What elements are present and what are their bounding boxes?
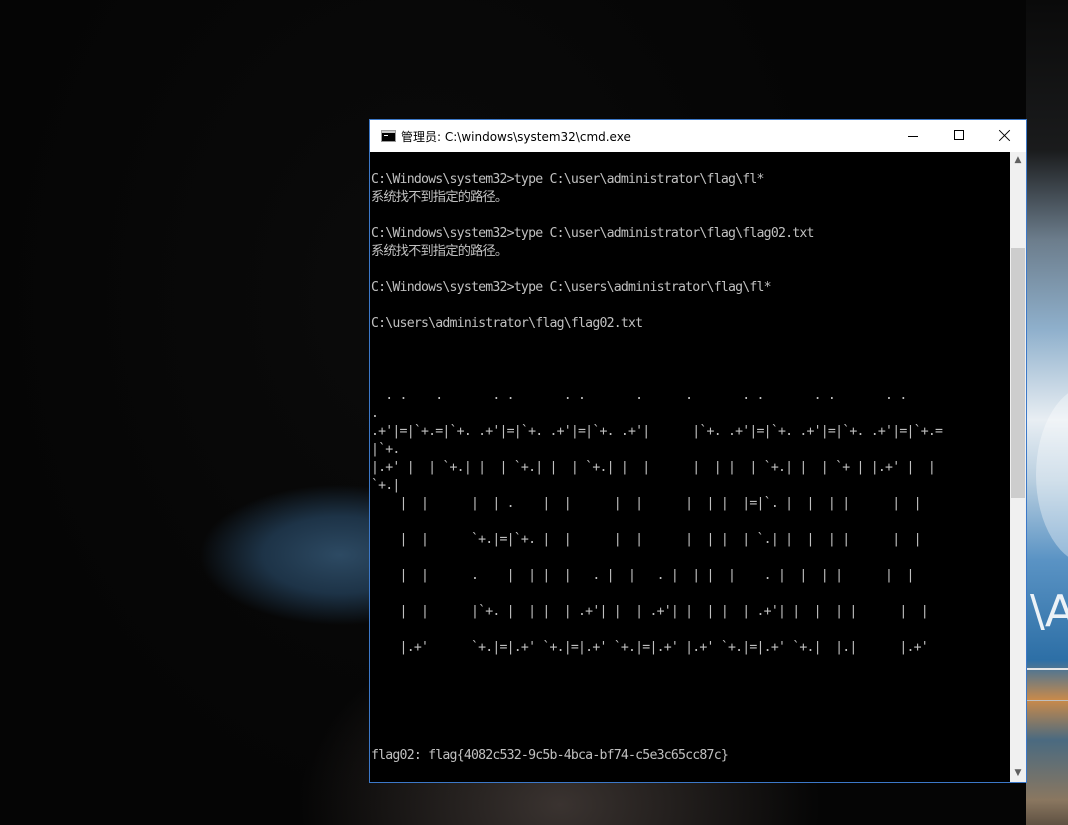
close-button[interactable] (982, 120, 1028, 152)
close-icon (999, 129, 1011, 141)
console-line: | | | | . | | | | | | | |=|`. | | | | | … (371, 496, 922, 511)
maximize-button[interactable] (936, 120, 982, 152)
wallpaper-glyph: \A (1030, 586, 1068, 637)
console-line: .+'|=|`+.=|`+. .+'|=|`+. .+'|=|`+. .+'| … (371, 424, 943, 439)
wallpaper-right-strip: \A (1026, 0, 1068, 825)
cmd-window[interactable]: 管理员: C:\windows\system32\cmd.exe C:\Wind… (369, 119, 1027, 783)
console-line: | | `+.|=|`+. | | | | | | | | `.| | | | … (371, 532, 922, 547)
console-line: C:\users\administrator\flag\flag02.txt (371, 316, 643, 331)
desktop-wallpaper: \A 管理员: C:\windows\system32\cmd.exe C:\W… (0, 0, 1068, 825)
console-line: 系统找不到指定的路径。 (371, 190, 508, 205)
title-bar[interactable]: 管理员: C:\windows\system32\cmd.exe (370, 120, 1026, 152)
console-text: C:\Windows\system32>type C:\user\adminis… (371, 171, 943, 782)
console-line: C:\Windows\system32>type C:\user\adminis… (371, 172, 764, 187)
console-line: flag02: flag{4082c532-9c5b-4bca-bf74-c5e… (371, 748, 729, 763)
console-line: |.+' | | `+.| | | `+.| | | `+.| | | | | … (371, 460, 936, 475)
maximize-icon (954, 130, 964, 140)
minimize-button[interactable] (890, 120, 936, 152)
console-line: | | . | | | | . | | . | | | | . | | | | … (371, 568, 915, 583)
console-line: C:\Windows\system32>type C:\user\adminis… (371, 226, 814, 241)
scroll-thumb[interactable] (1011, 248, 1025, 498)
wallpaper-line-2 (1026, 700, 1068, 701)
cmd-icon[interactable] (381, 130, 396, 142)
scroll-down-button[interactable]: ▼ (1010, 765, 1026, 782)
console-line: |.+' `+.|=|.+' `+.|=|.+' `+.|=|.+' |.+' … (371, 640, 929, 655)
minimize-icon (908, 136, 918, 137)
console-output[interactable]: C:\Windows\system32>type C:\user\adminis… (370, 152, 1010, 782)
wallpaper-line (1026, 668, 1068, 670)
console-line: `+.| (371, 478, 400, 493)
console-line: C:\Windows\system32>type C:\users\admini… (371, 280, 772, 295)
console-line: | | |`+. | | | | .+'| | | .+'| | | | | .… (371, 604, 929, 619)
console-line: . (371, 406, 379, 421)
vertical-scrollbar[interactable]: ▲ ▼ (1010, 152, 1026, 782)
console-line: |`+. (371, 442, 400, 457)
console-line: 系统找不到指定的路径。 (371, 244, 508, 259)
scroll-up-button[interactable]: ▲ (1010, 152, 1026, 169)
window-title: 管理员: C:\windows\system32\cmd.exe (401, 130, 631, 144)
wallpaper-light-shape (1036, 385, 1068, 565)
console-line: . . . . . . . . . . . . . . . (371, 388, 907, 403)
